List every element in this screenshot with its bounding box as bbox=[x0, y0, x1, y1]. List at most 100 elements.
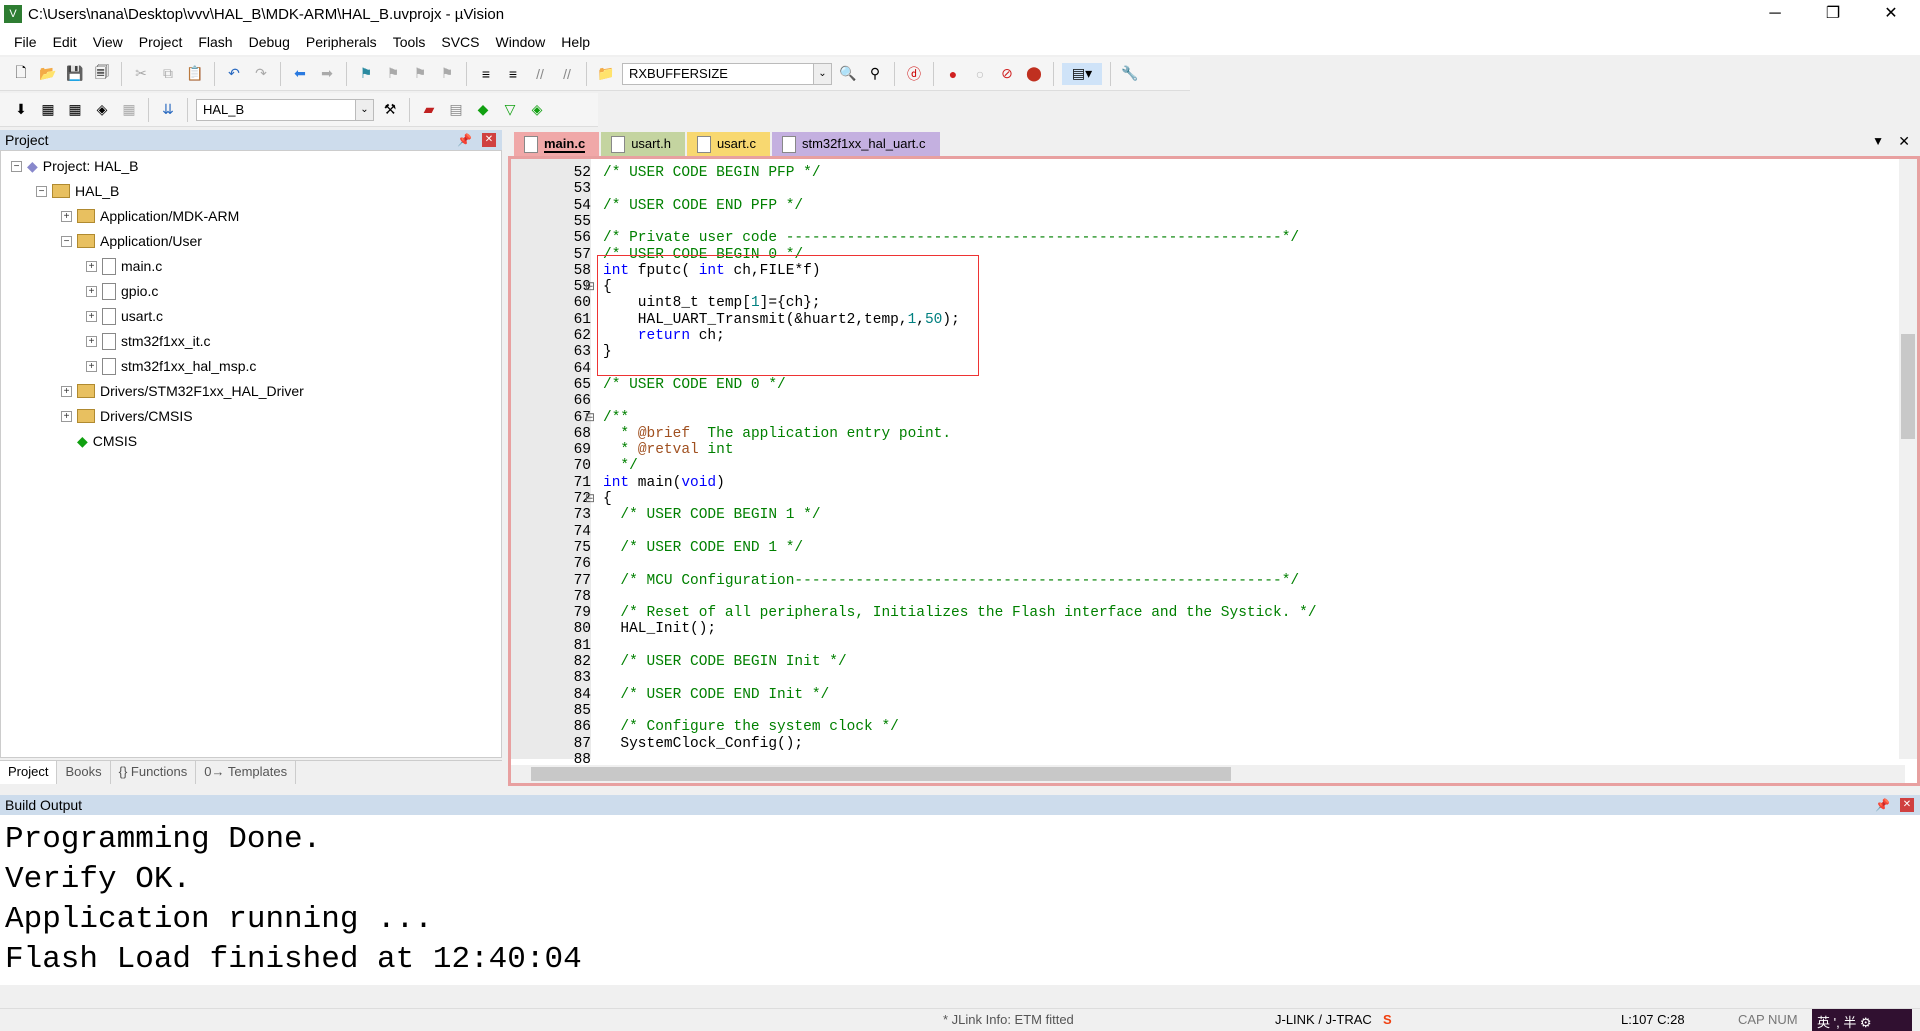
manage-rte-icon[interactable]: ◆ bbox=[472, 99, 494, 121]
incremental-find-icon[interactable]: ⚲ bbox=[864, 63, 886, 85]
window-layout-icon[interactable]: ▤▾ bbox=[1062, 62, 1102, 85]
menu-window[interactable]: Window bbox=[488, 34, 554, 50]
cut-icon[interactable]: ✂ bbox=[130, 63, 152, 85]
pin-icon[interactable]: 📌 bbox=[457, 130, 472, 150]
translate-icon[interactable]: ⬇ bbox=[10, 99, 32, 121]
chevron-down-icon[interactable]: ⌄ bbox=[813, 63, 831, 84]
configure-icon[interactable]: 🔧 bbox=[1119, 63, 1141, 85]
close-panel-icon[interactable]: ✕ bbox=[1900, 798, 1914, 812]
tab-list-chevron-icon[interactable]: ▼ bbox=[1872, 134, 1884, 148]
nav-forward-icon[interactable]: ➡ bbox=[316, 63, 338, 85]
save-icon[interactable]: 💾 bbox=[64, 63, 86, 85]
stop-build-icon[interactable]: ▦ bbox=[118, 99, 140, 121]
expand-icon[interactable]: + bbox=[86, 360, 97, 372]
sogou-ime-icon[interactable]: S bbox=[1383, 1012, 1392, 1027]
menu-debug[interactable]: Debug bbox=[241, 34, 298, 50]
tree-node[interactable]: ◆ CMSIS bbox=[61, 430, 137, 452]
batch-build-icon[interactable]: ◈ bbox=[91, 99, 113, 121]
tab-3[interactable]: 0→ Templates bbox=[196, 761, 297, 784]
minimize-button[interactable]: ─ bbox=[1746, 0, 1804, 28]
manage-project-items-icon[interactable]: ▰ bbox=[418, 99, 440, 121]
menu-tools[interactable]: Tools bbox=[385, 34, 434, 50]
prev-bookmark-icon[interactable]: ⚑ bbox=[382, 63, 404, 85]
event-recorder-icon[interactable]: ◈ bbox=[526, 99, 548, 121]
menu-project[interactable]: Project bbox=[131, 34, 191, 50]
vertical-scrollbar[interactable] bbox=[1899, 159, 1917, 759]
editor-tab[interactable]: stm32f1xx_hal_uart.c bbox=[771, 132, 940, 156]
expand-icon[interactable]: + bbox=[86, 335, 97, 347]
tab-0[interactable]: Project bbox=[0, 761, 58, 784]
tab-1[interactable]: Books bbox=[57, 761, 111, 784]
save-all-icon[interactable]: 🗐 bbox=[91, 63, 113, 85]
collapse-icon[interactable]: − bbox=[36, 185, 47, 197]
tree-node[interactable]: + gpio.c bbox=[86, 280, 158, 302]
collapse-icon[interactable]: − bbox=[11, 160, 22, 172]
editor-tab[interactable]: usart.h bbox=[601, 132, 685, 156]
expand-icon[interactable]: + bbox=[61, 385, 72, 397]
kill-breakpoints-icon[interactable]: ⬤ bbox=[1023, 63, 1045, 85]
scroll-thumb[interactable] bbox=[1901, 334, 1915, 439]
open-file-icon[interactable]: 📂 bbox=[37, 63, 59, 85]
close-panel-icon[interactable]: ✕ bbox=[482, 133, 496, 147]
bookmark-icon[interactable]: ⚑ bbox=[355, 63, 377, 85]
find-icon[interactable]: 🔍 bbox=[837, 63, 859, 85]
tree-node[interactable]: − HAL_B bbox=[36, 180, 119, 202]
horizontal-scrollbar[interactable] bbox=[511, 765, 1905, 783]
tree-node[interactable]: − Application/User bbox=[61, 230, 202, 252]
rebuild-icon[interactable]: ▦ bbox=[64, 99, 86, 121]
menu-edit[interactable]: Edit bbox=[45, 34, 85, 50]
collapse-icon[interactable]: − bbox=[61, 235, 72, 247]
tree-node[interactable]: − ◆ Project: HAL_B bbox=[11, 155, 139, 177]
indent-icon[interactable]: ≡ bbox=[475, 63, 497, 85]
chevron-down-icon[interactable]: ⌄ bbox=[355, 99, 373, 120]
editor-tab[interactable]: usart.c bbox=[686, 132, 770, 156]
tree-node[interactable]: + Drivers/CMSIS bbox=[61, 405, 193, 427]
close-button[interactable]: ✕ bbox=[1862, 0, 1920, 28]
redo-icon[interactable]: ↷ bbox=[250, 63, 272, 85]
copy-icon[interactable]: ⧉ bbox=[157, 63, 179, 85]
editor-tab[interactable]: main.c bbox=[514, 132, 600, 156]
expand-icon[interactable]: + bbox=[61, 410, 72, 422]
tree-node[interactable]: + Drivers/STM32F1xx_HAL_Driver bbox=[61, 380, 304, 402]
tab-2[interactable]: {} Functions bbox=[111, 761, 197, 784]
target-options-icon[interactable]: ⚒ bbox=[379, 99, 401, 121]
fold-collapse-icon[interactable]: ⊟ bbox=[585, 410, 595, 426]
disable-all-breakpoints-icon[interactable]: ⊘ bbox=[996, 63, 1018, 85]
fold-collapse-icon[interactable]: ⊟ bbox=[585, 491, 595, 507]
close-editor-icon[interactable]: ✕ bbox=[1898, 133, 1910, 150]
pin-icon[interactable]: 📌 bbox=[1875, 795, 1890, 815]
expand-icon[interactable]: + bbox=[86, 310, 97, 322]
pack-installer-icon[interactable]: ▽ bbox=[499, 99, 521, 121]
tree-node[interactable]: + Application/MDK-ARM bbox=[61, 205, 239, 227]
unindent-icon[interactable]: ≡ bbox=[502, 63, 524, 85]
build-icon[interactable]: ▦ bbox=[37, 99, 59, 121]
menu-view[interactable]: View bbox=[85, 34, 131, 50]
next-bookmark-icon[interactable]: ⚑ bbox=[409, 63, 431, 85]
code-editor[interactable]: 52 /* USER CODE BEGIN PFP */ 53 54 /* USER C… bbox=[508, 156, 1920, 786]
uncomment-icon[interactable]: // bbox=[556, 63, 578, 85]
comment-icon[interactable]: // bbox=[529, 63, 551, 85]
undo-icon[interactable]: ↶ bbox=[223, 63, 245, 85]
restore-button[interactable]: ❐ bbox=[1804, 0, 1862, 28]
tree-node[interactable]: + stm32f1xx_hal_msp.c bbox=[86, 355, 256, 377]
menu-peripherals[interactable]: Peripherals bbox=[298, 34, 385, 50]
fold-collapse-icon[interactable]: ⊟ bbox=[585, 279, 595, 295]
tree-node[interactable]: + main.c bbox=[86, 255, 162, 277]
menu-help[interactable]: Help bbox=[553, 34, 598, 50]
paste-icon[interactable]: 📋 bbox=[184, 63, 206, 85]
tree-node[interactable]: + usart.c bbox=[86, 305, 163, 327]
clear-bookmarks-icon[interactable]: ⚑ bbox=[436, 63, 458, 85]
menu-flash[interactable]: Flash bbox=[190, 34, 240, 50]
menu-svcs[interactable]: SVCS bbox=[433, 34, 487, 50]
ime-toolbar[interactable]: 英 ', 半 ⚙ bbox=[1812, 1009, 1912, 1031]
new-file-icon[interactable]: 🗋 bbox=[10, 63, 32, 85]
scroll-thumb[interactable] bbox=[531, 767, 1231, 781]
target-combo[interactable]: HAL_B ⌄ bbox=[196, 98, 374, 121]
expand-icon[interactable]: + bbox=[86, 285, 97, 297]
tree-node[interactable]: + stm32f1xx_it.c bbox=[86, 330, 210, 352]
debug-session-icon[interactable]: ⓓ bbox=[903, 63, 925, 85]
find-combo[interactable]: RXBUFFERSIZE ⌄ bbox=[622, 62, 832, 85]
nav-back-icon[interactable]: ⬅ bbox=[289, 63, 311, 85]
find-in-files-icon[interactable]: 📁 bbox=[595, 63, 617, 85]
select-packs-icon[interactable]: ▤ bbox=[445, 99, 467, 121]
